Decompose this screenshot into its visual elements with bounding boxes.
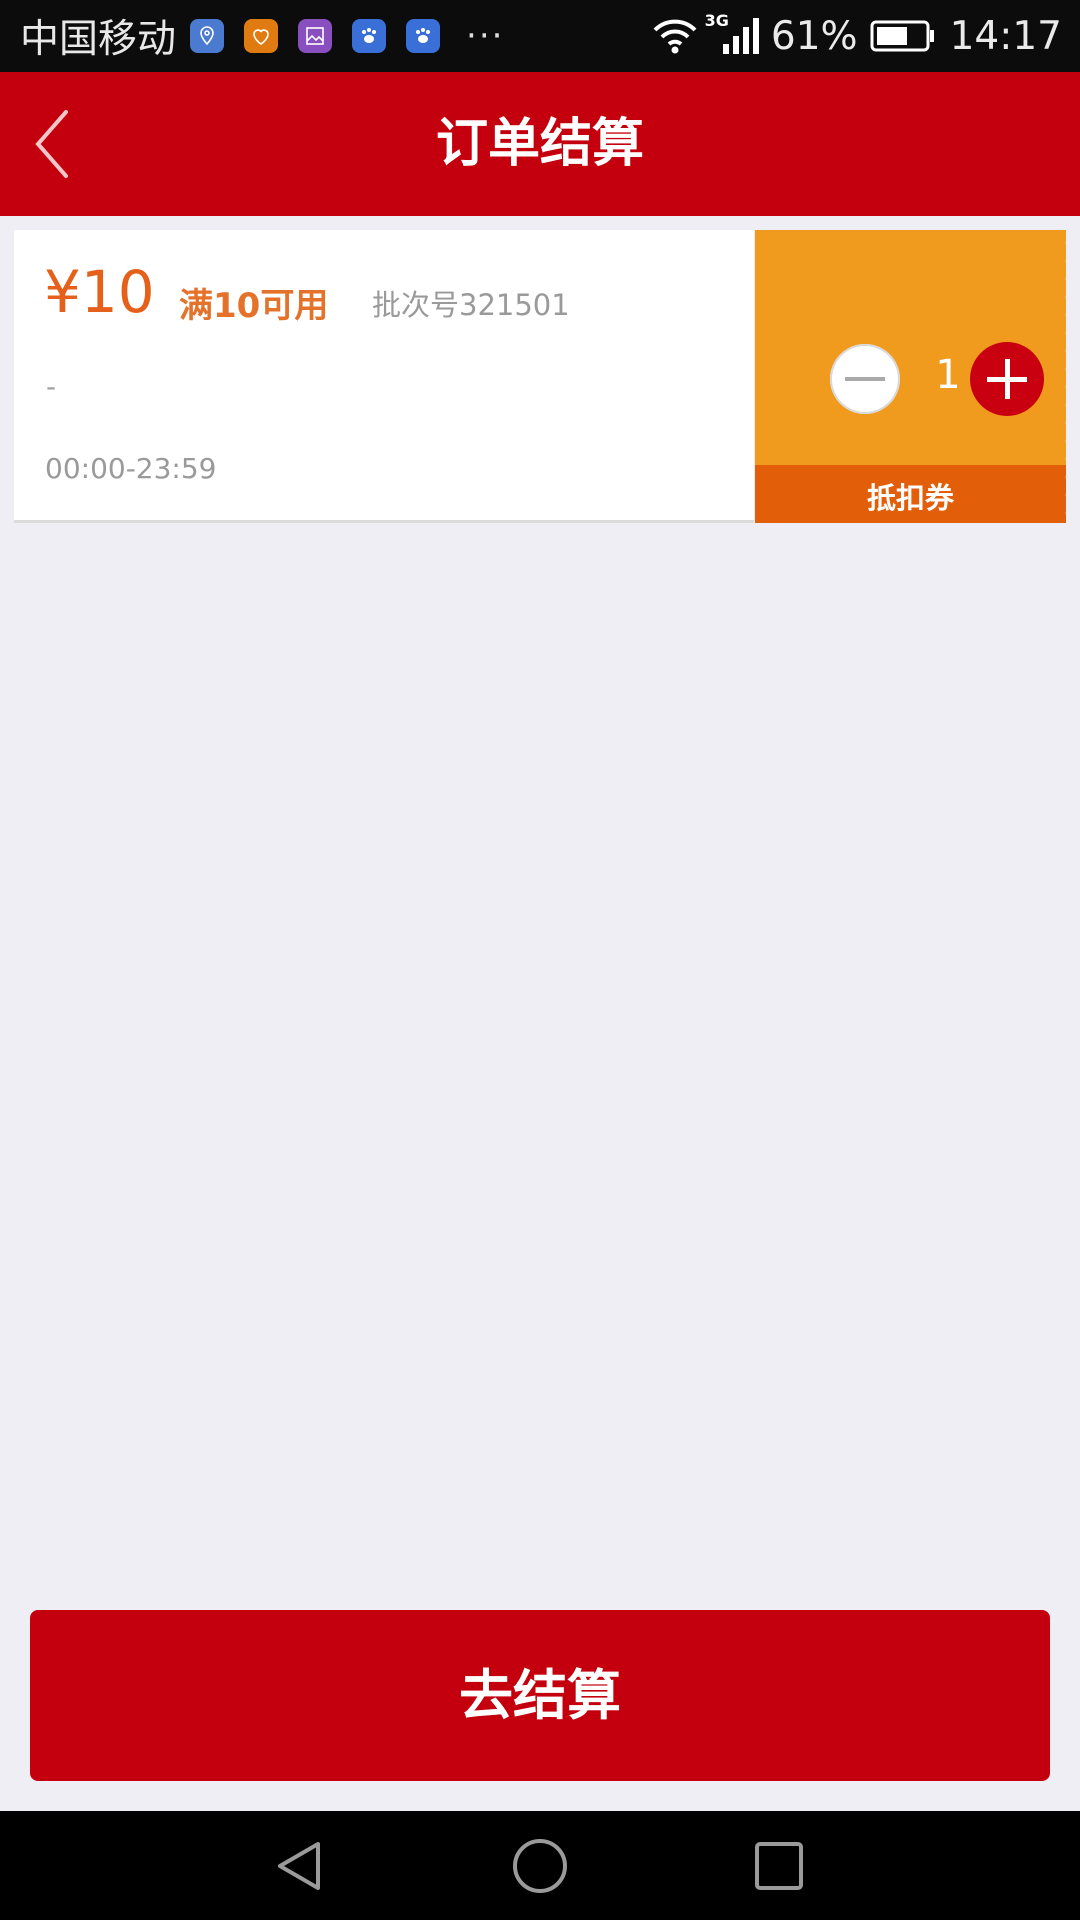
- coupon-batch-number: 批次号321501: [372, 288, 570, 322]
- coupon-edge-decoration-right: [1058, 234, 1066, 518]
- health-app-icon: [244, 19, 279, 53]
- battery-percent: 61%: [770, 13, 858, 59]
- coupon-amount: ¥10: [44, 258, 155, 326]
- coupon-edge-decoration: [6, 234, 20, 518]
- carrier-name: 中国移动: [20, 17, 177, 62]
- coupon-quantity-panel: 1 抵扣券: [755, 230, 1066, 523]
- nav-recents-button[interactable]: [719, 1811, 839, 1920]
- app-header: 订单结算: [0, 72, 1080, 216]
- coupon-description: -: [46, 370, 57, 403]
- nav-home-button[interactable]: [480, 1811, 600, 1920]
- gallery-app-icon: [298, 19, 333, 53]
- status-left: 中国移动 ···: [20, 0, 504, 72]
- triangle-back-icon: [278, 1841, 320, 1890]
- wifi-icon: [651, 16, 699, 56]
- coupon-condition: 满10可用: [179, 286, 329, 326]
- network-type: 3G: [704, 10, 729, 30]
- nav-back-button[interactable]: [240, 1811, 360, 1920]
- checkout-button[interactable]: 去结算: [30, 1610, 1050, 1781]
- page-title: 订单结算: [435, 114, 644, 174]
- coupon-card: ¥10 满10可用 批次号321501 - 00:00-23:59 1 抵扣券: [6, 230, 1066, 524]
- status-right: 3G 61% 14:17: [651, 0, 1062, 72]
- quantity-value: 1: [935, 352, 961, 398]
- baidu-app-icon-2: [406, 19, 441, 53]
- battery-icon: [870, 19, 936, 53]
- coupon-info: ¥10 满10可用 批次号321501 - 00:00-23:59: [6, 230, 754, 523]
- coupon-type-label: 抵扣券: [755, 465, 1066, 523]
- status-bar: 中国移动 ··· 3G 61% 14:17: [0, 0, 1080, 72]
- circle-home-icon: [513, 1838, 567, 1893]
- baidu-app-icon: [352, 19, 387, 53]
- location-app-icon: [190, 19, 225, 53]
- coupon-valid-time: 00:00-23:59: [45, 452, 217, 485]
- quantity-stepper: 1: [755, 342, 1055, 418]
- navigation-bar: [0, 1811, 1080, 1920]
- clock: 14:17: [949, 13, 1062, 59]
- increase-quantity-button[interactable]: [970, 342, 1044, 416]
- more-notifications-icon: ···: [466, 16, 505, 56]
- decrease-quantity-button[interactable]: [830, 344, 900, 414]
- square-recents-icon: [755, 1841, 803, 1890]
